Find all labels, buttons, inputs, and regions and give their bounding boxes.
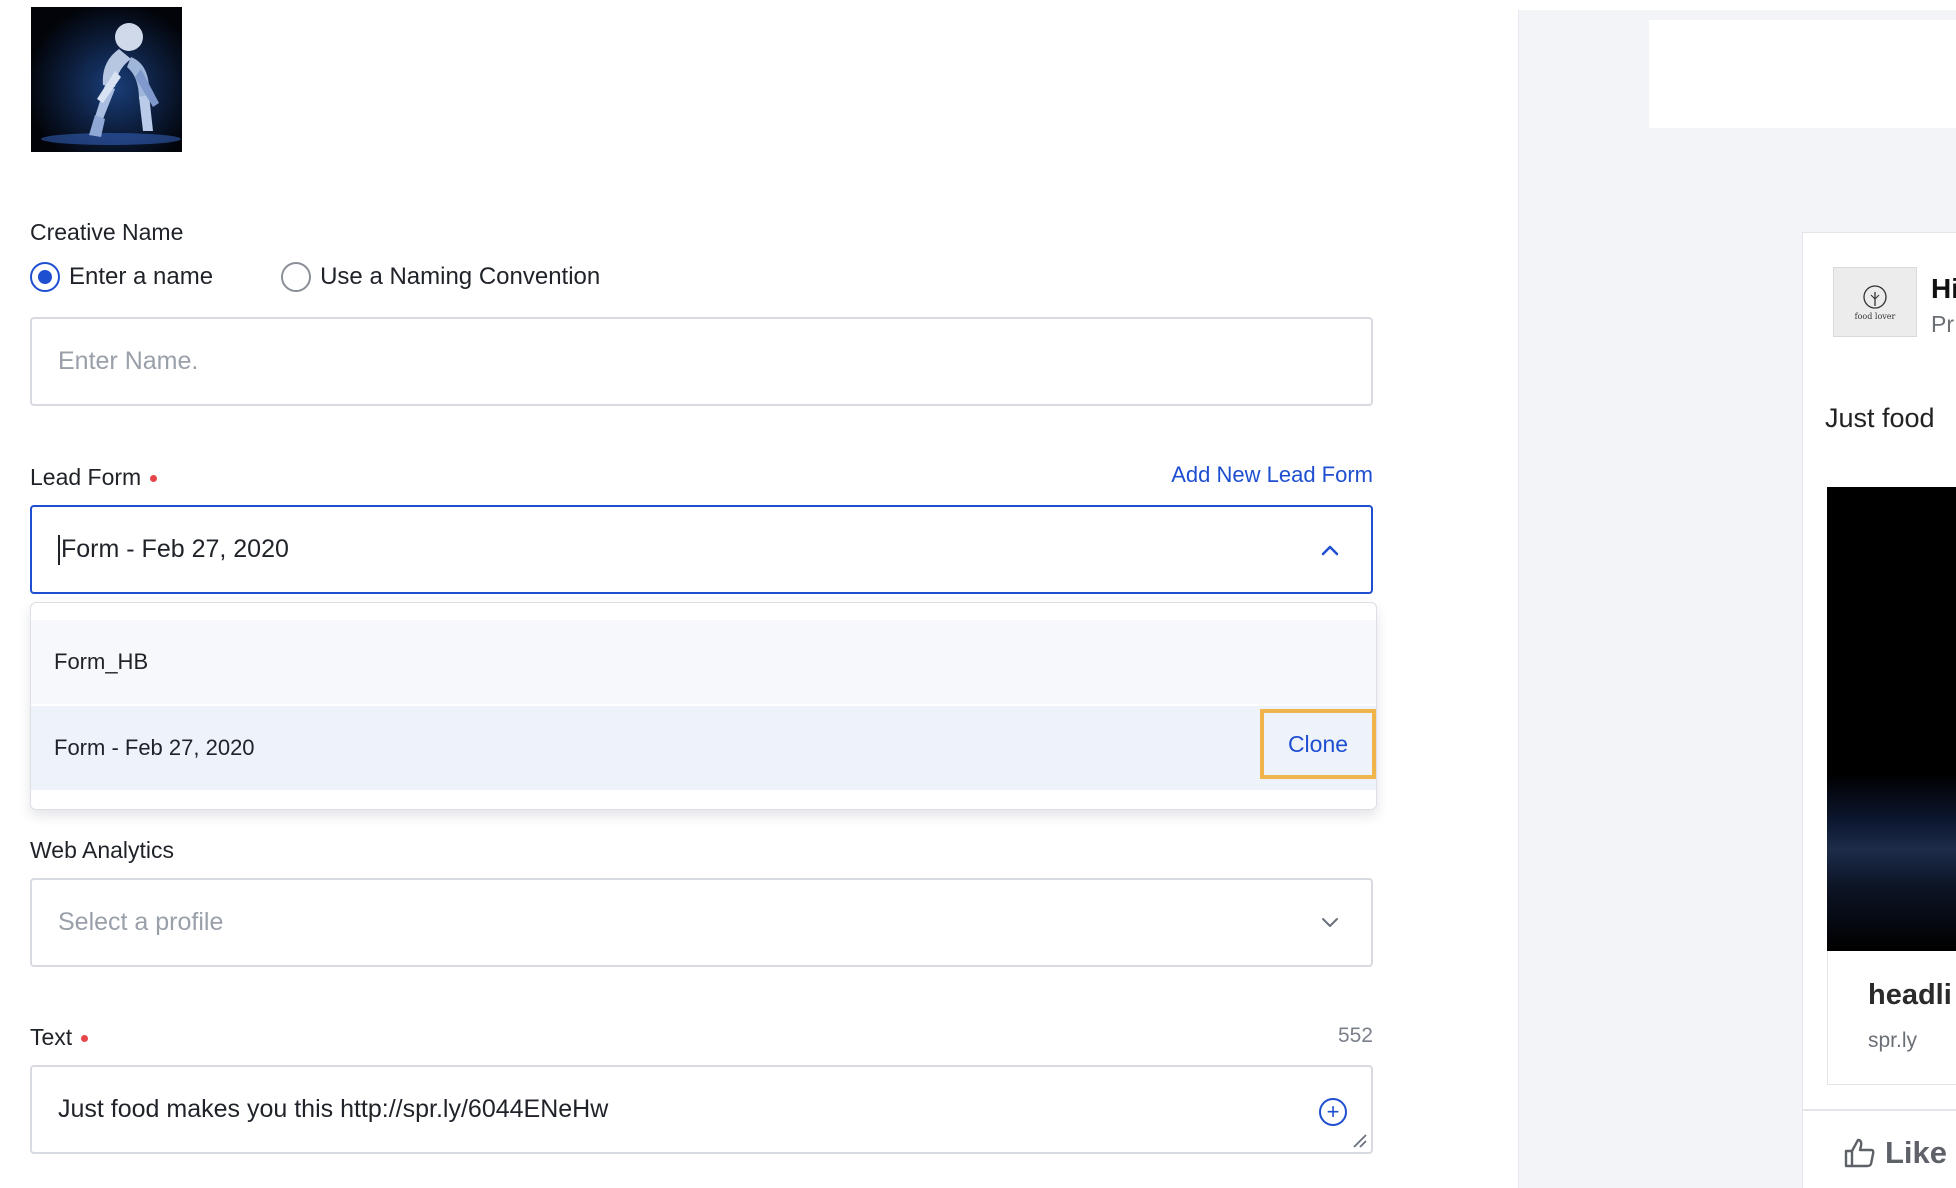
action-divider (1803, 1109, 1956, 1111)
clone-button[interactable]: Clone (1260, 709, 1376, 779)
tree-icon (1863, 284, 1887, 309)
text-input-value: Just food makes you this http://spr.ly/6… (58, 1095, 609, 1123)
page-avatar: food lover (1833, 267, 1917, 337)
creative-thumbnail (31, 7, 182, 152)
preview-header (1649, 20, 1956, 128)
radio-enter-name[interactable]: Enter a name (30, 262, 213, 292)
creative-name-options: Enter a name Use a Naming Convention (30, 262, 600, 292)
dropdown-option-form-feb-27[interactable]: Form - Feb 27, 2020 Clone (31, 706, 1376, 790)
chevron-down-icon (1322, 917, 1338, 927)
lead-form-selected-value: Form - Feb 27, 2020 (61, 535, 289, 563)
like-label: Like (1885, 1135, 1948, 1170)
web-analytics-placeholder: Select a profile (58, 908, 224, 936)
radio-naming-convention-label: Use a Naming Convention (320, 263, 601, 290)
avatar-caption: food lover (1854, 311, 1896, 321)
post-text: Just food (1825, 403, 1935, 433)
lead-form-dropdown: Form_HB Form - Feb 27, 2020 Clone (30, 602, 1377, 810)
required-indicator (81, 1035, 89, 1043)
radio-unchecked-icon (281, 262, 312, 292)
text-input[interactable]: Just food makes you this http://spr.ly/6… (30, 1065, 1373, 1154)
web-analytics-select[interactable]: Select a profile (30, 878, 1373, 967)
like-button[interactable]: Like (1843, 1135, 1947, 1171)
web-analytics-label: Web Analytics (30, 837, 175, 863)
add-new-lead-form-link[interactable]: Add New Lead Form (1171, 462, 1373, 488)
radio-naming-convention[interactable]: Use a Naming Convention (281, 262, 600, 292)
lead-form-select[interactable]: Form - Feb 27, 2020 (30, 505, 1373, 594)
dropdown-option-label: Form_HB (54, 649, 149, 674)
text-label-text: Text (30, 1024, 73, 1050)
character-counter: 552 (1337, 1024, 1373, 1047)
radio-enter-name-label: Enter a name (69, 263, 214, 290)
dropdown-option-label: Form - Feb 27, 2020 (54, 735, 255, 760)
creative-name-placeholder: Enter Name. (58, 347, 199, 375)
resize-handle-icon[interactable] (1350, 1131, 1368, 1149)
lead-form-label: Lead Form (30, 464, 158, 491)
radio-checked-icon (30, 262, 60, 292)
text-caret (58, 534, 60, 565)
text-label: Text (30, 1024, 89, 1051)
creative-name-label: Creative Name (30, 219, 184, 245)
robot-image (41, 23, 181, 145)
creative-name-input[interactable]: Enter Name. (30, 317, 1373, 406)
lead-form-label-text: Lead Form (30, 464, 142, 490)
link-headline: headli (1868, 979, 1952, 1011)
chevron-up-icon[interactable] (1319, 543, 1341, 557)
dropdown-option-form-hb[interactable]: Form_HB (31, 620, 1376, 704)
link-domain: spr.ly (1868, 1029, 1918, 1052)
post-media (1827, 487, 1956, 951)
page-name: Hi (1931, 273, 1956, 304)
add-circle-icon[interactable]: + (1319, 1098, 1347, 1126)
post-preview-card: food lover Hi Pr Just food headli spr.ly… (1802, 232, 1956, 1188)
page-subtitle: Pr (1931, 311, 1954, 337)
ad-preview-panel: food lover Hi Pr Just food headli spr.ly… (1518, 10, 1956, 1188)
thumbs-up-icon (1844, 1138, 1875, 1168)
required-indicator (150, 475, 158, 483)
link-preview: headli spr.ly (1827, 951, 1956, 1085)
